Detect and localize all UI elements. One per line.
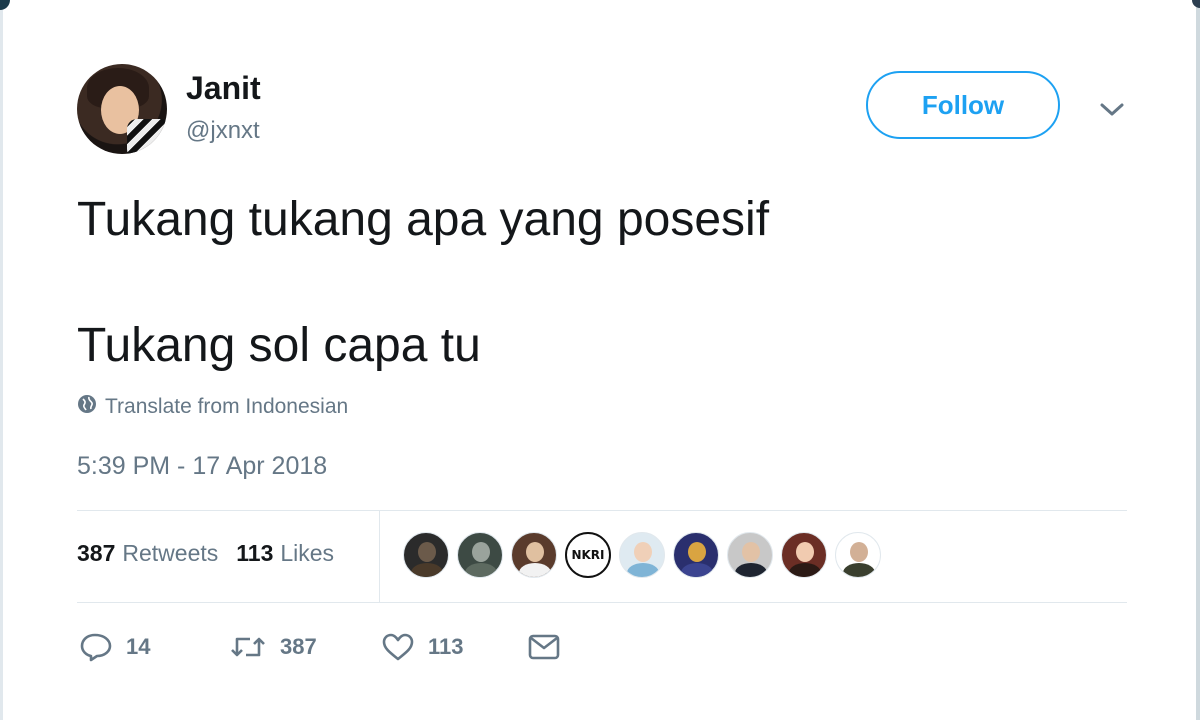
liker-avatar[interactable] [403, 532, 449, 578]
tweet-text-line: Tukang tukang apa yang posesif [77, 193, 770, 246]
liker-avatar[interactable] [673, 532, 719, 578]
retweets-label: Retweets [122, 540, 219, 566]
window-edge-right [1196, 0, 1200, 720]
window-corner [1192, 0, 1200, 8]
divider [77, 602, 1127, 603]
retweets-count: 387 [77, 540, 116, 566]
window-corner [0, 0, 10, 10]
follow-button[interactable]: Follow [866, 71, 1060, 139]
tweet-timestamp[interactable]: 5:39 PM - 17 Apr 2018 [77, 452, 327, 481]
like-button[interactable]: 113 [382, 633, 528, 661]
liker-avatar[interactable] [727, 532, 773, 578]
liker-avatar[interactable] [511, 532, 557, 578]
heart-icon [382, 633, 414, 661]
window-edge-left [0, 0, 3, 720]
globe-icon [77, 394, 97, 420]
translate-label: Translate from Indonesian [105, 395, 349, 418]
liker-avatar[interactable]: NKRI [565, 532, 611, 578]
translate-link[interactable]: Translate from Indonesian [77, 394, 348, 420]
tweet-card: Janit @jxnxt Follow Tukang tukang apa ya… [0, 0, 1200, 720]
tweet-stats: 387 Retweets 113 Likes [77, 540, 334, 567]
tweet-actions: 14 387 113 [80, 632, 560, 662]
divider [77, 510, 1127, 511]
user-handle[interactable]: @jxnxt [186, 117, 260, 145]
envelope-icon [528, 634, 560, 660]
retweets-stat[interactable]: 387 Retweets [77, 540, 218, 567]
display-name[interactable]: Janit [186, 70, 261, 107]
retweet-button[interactable]: 387 [230, 634, 382, 660]
liker-avatar[interactable] [619, 532, 665, 578]
tweet-text-line: Tukang sol capa tu [77, 319, 481, 372]
chevron-down-icon[interactable] [1096, 96, 1128, 124]
liker-avatar[interactable] [457, 532, 503, 578]
nkri-badge-text: NKRI [571, 548, 605, 562]
likes-stat[interactable]: 113 Likes [236, 540, 334, 567]
reply-icon [80, 632, 112, 662]
likes-label: Likes [280, 540, 335, 566]
retweet-icon [230, 634, 266, 660]
liker-avatar[interactable] [835, 532, 881, 578]
reply-count: 14 [126, 634, 151, 659]
avatar[interactable] [77, 64, 167, 154]
direct-message-button[interactable] [528, 634, 560, 660]
like-count: 113 [428, 634, 464, 659]
reply-button[interactable]: 14 [80, 632, 230, 662]
liker-avatars: NKRI [403, 532, 881, 578]
liker-avatar[interactable] [781, 532, 827, 578]
likes-count: 113 [236, 540, 274, 566]
retweet-count: 387 [280, 634, 317, 659]
divider [379, 511, 380, 602]
